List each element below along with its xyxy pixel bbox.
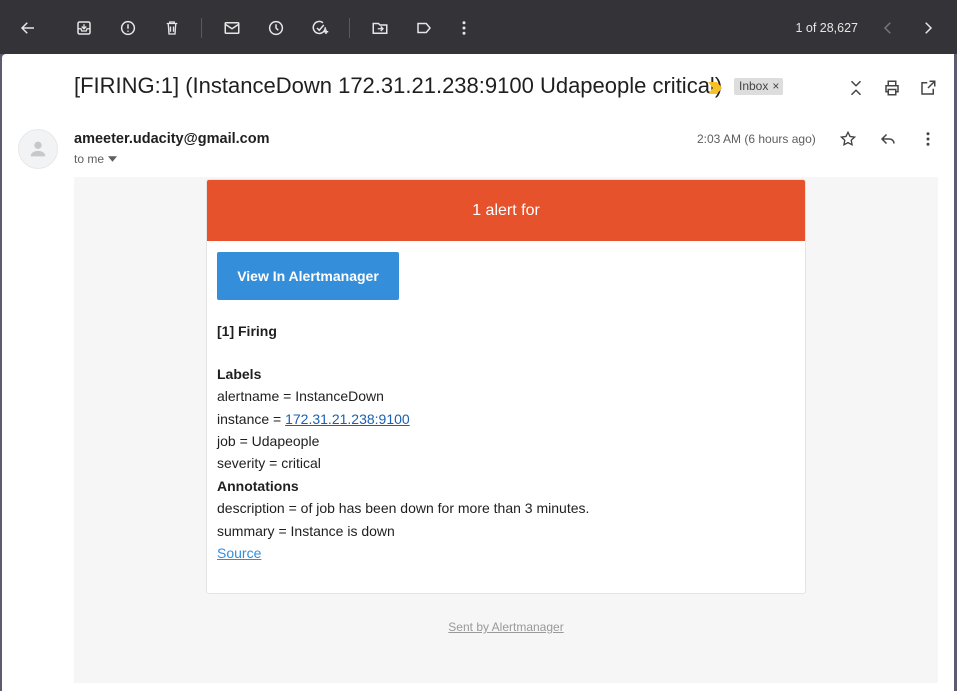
label-icon[interactable] bbox=[410, 14, 438, 42]
label-severity: severity = critical bbox=[217, 455, 321, 471]
labels-heading: Labels bbox=[217, 366, 262, 382]
recipient-details-toggle[interactable]: to me bbox=[74, 152, 118, 166]
annotations-heading: Annotations bbox=[217, 478, 299, 494]
expand-collapse-icon[interactable] bbox=[844, 76, 868, 100]
recipient-label: to me bbox=[74, 152, 105, 166]
inbox-label-text: Inbox bbox=[739, 79, 769, 93]
toolbar-divider bbox=[201, 18, 202, 38]
next-icon[interactable] bbox=[914, 14, 942, 42]
toolbar: 1 of 28,627 bbox=[0, 0, 957, 54]
person-icon bbox=[30, 141, 46, 157]
sent-by-alertmanager-link[interactable]: Sent by Alertmanager bbox=[74, 620, 938, 634]
remove-label-icon[interactable]: × bbox=[772, 78, 779, 95]
more-vert-icon[interactable] bbox=[450, 14, 478, 42]
email-pane: [FIRING:1] (InstanceDown 172.31.21.238:9… bbox=[2, 54, 954, 691]
label-instance-prefix: instance = bbox=[217, 411, 286, 427]
label-alertname: alertname = InstanceDown bbox=[217, 388, 384, 404]
email-subject: [FIRING:1] (InstanceDown 172.31.21.238:9… bbox=[74, 73, 723, 98]
print-icon[interactable] bbox=[880, 76, 904, 100]
email-body: 1 alert for View In Alertmanager [1] Fir… bbox=[74, 177, 938, 683]
pager-count: 1 of 28,627 bbox=[795, 21, 858, 35]
open-in-new-window-icon[interactable] bbox=[916, 76, 940, 100]
toolbar-divider bbox=[349, 18, 350, 38]
mark-unread-icon[interactable] bbox=[218, 14, 246, 42]
importance-marker-icon[interactable] bbox=[708, 81, 722, 94]
reply-icon[interactable] bbox=[876, 127, 900, 151]
prev-icon[interactable] bbox=[874, 14, 902, 42]
delete-icon[interactable] bbox=[158, 14, 186, 42]
back-icon[interactable] bbox=[14, 14, 42, 42]
alert-header: 1 alert for bbox=[207, 180, 805, 241]
email-timestamp: 2:03 AM (6 hours ago) bbox=[697, 132, 816, 146]
instance-link[interactable]: 172.31.21.238:9100 bbox=[285, 411, 410, 427]
star-icon[interactable] bbox=[836, 127, 860, 151]
inbox-label-chip: Inbox × bbox=[734, 78, 784, 95]
report-spam-icon[interactable] bbox=[114, 14, 142, 42]
move-to-icon[interactable] bbox=[366, 14, 394, 42]
alert-card: 1 alert for View In Alertmanager [1] Fir… bbox=[206, 179, 806, 594]
annotation-summary: summary = Instance is down bbox=[217, 523, 395, 539]
annotation-description: description = of job has been down for m… bbox=[217, 500, 590, 516]
more-options-icon[interactable] bbox=[916, 127, 940, 151]
avatar bbox=[18, 129, 58, 169]
snooze-icon[interactable] bbox=[262, 14, 290, 42]
add-task-icon[interactable] bbox=[306, 14, 334, 42]
archive-icon[interactable] bbox=[70, 14, 98, 42]
chevron-down-icon bbox=[108, 156, 118, 162]
firing-title: [1] Firing bbox=[217, 323, 277, 339]
label-instance: instance = 172.31.21.238:9100 bbox=[217, 411, 410, 427]
source-link[interactable]: Source bbox=[217, 545, 261, 561]
sender-email[interactable]: ameeter.udacity@gmail.com bbox=[74, 131, 269, 147]
view-in-alertmanager-button[interactable]: View In Alertmanager bbox=[217, 252, 399, 300]
label-job: job = Udapeople bbox=[217, 433, 320, 449]
source-link-row: Source bbox=[217, 545, 261, 561]
